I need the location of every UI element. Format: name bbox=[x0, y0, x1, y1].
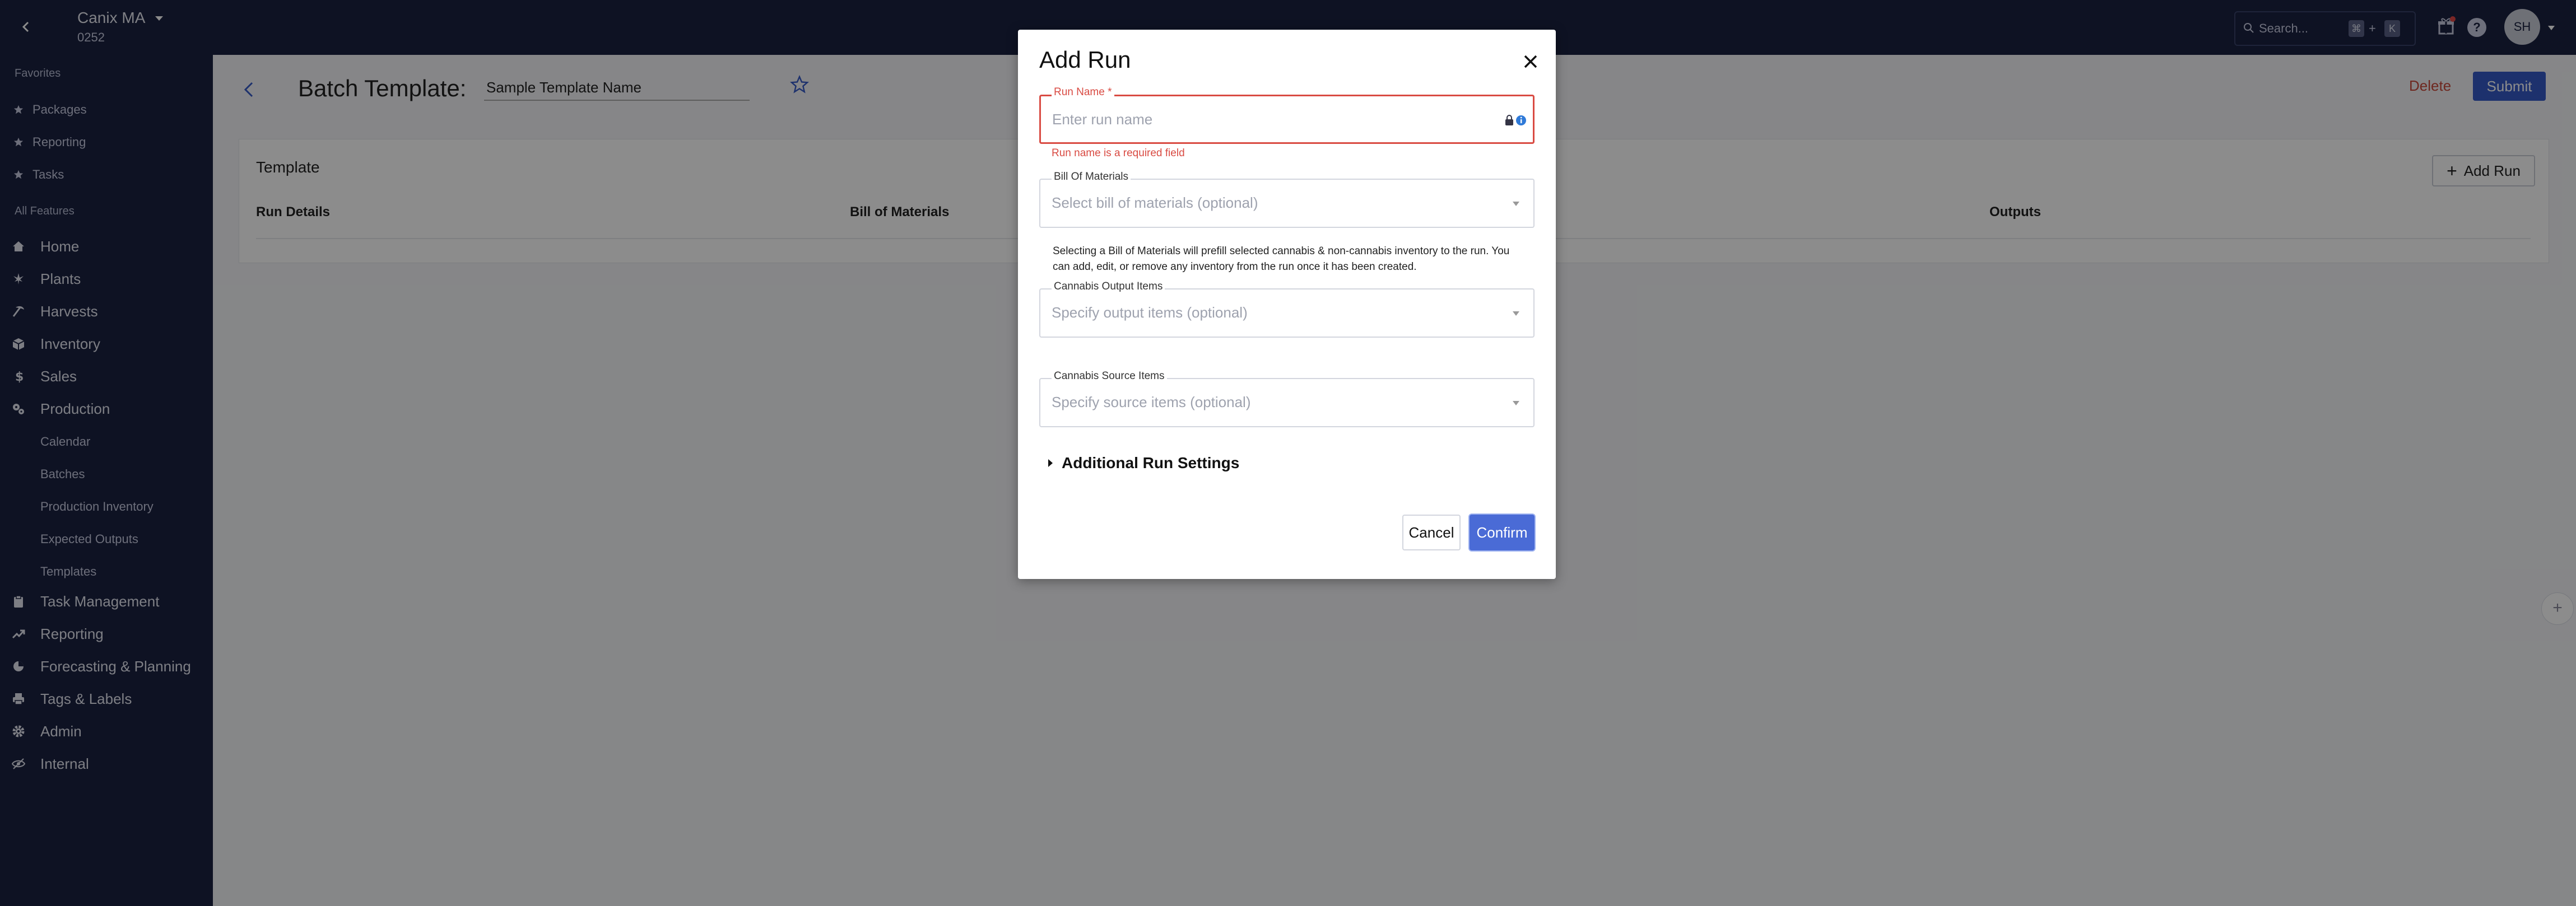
chevron-down-icon bbox=[1513, 311, 1519, 316]
chevron-down-icon bbox=[1513, 401, 1519, 405]
run-name-label: Run Name * bbox=[1052, 86, 1114, 99]
run-name-error: Run name is a required field bbox=[1052, 147, 1185, 159]
lock-icon bbox=[1505, 115, 1513, 125]
output-label: Cannabis Output Items bbox=[1052, 281, 1165, 293]
output-placeholder: Specify output items (optional) bbox=[1052, 304, 1248, 321]
caret-right-icon bbox=[1048, 459, 1053, 467]
source-items-select[interactable]: Specify source items (optional) bbox=[1039, 378, 1535, 427]
close-icon[interactable] bbox=[1522, 53, 1539, 70]
output-items-select[interactable]: Specify output items (optional) bbox=[1039, 288, 1535, 338]
chevron-down-icon bbox=[1513, 202, 1519, 206]
confirm-button[interactable]: Confirm bbox=[1470, 515, 1535, 550]
source-label: Cannabis Source Items bbox=[1052, 370, 1167, 382]
additional-run-settings-label: Additional Run Settings bbox=[1062, 454, 1240, 471]
source-placeholder: Specify source items (optional) bbox=[1052, 394, 1251, 410]
bom-label: Bill Of Materials bbox=[1052, 171, 1131, 183]
run-name-placeholder: Enter run name bbox=[1052, 111, 1153, 128]
bill-of-materials-select[interactable]: Select bill of materials (optional) bbox=[1039, 179, 1535, 228]
dialog-title: Add Run bbox=[1039, 46, 1131, 73]
bom-help-text: Selecting a Bill of Materials will prefi… bbox=[1053, 245, 1510, 273]
add-run-dialog: Add Run Enter run name Run Name * Run na… bbox=[1018, 30, 1556, 579]
cancel-button[interactable]: Cancel bbox=[1402, 515, 1461, 550]
additional-run-settings-toggle[interactable]: Additional Run Settings bbox=[1047, 454, 1239, 472]
info-icon[interactable] bbox=[1515, 114, 1527, 127]
bom-placeholder: Select bill of materials (optional) bbox=[1052, 194, 1258, 211]
run-name-field[interactable]: Enter run name bbox=[1039, 95, 1535, 144]
